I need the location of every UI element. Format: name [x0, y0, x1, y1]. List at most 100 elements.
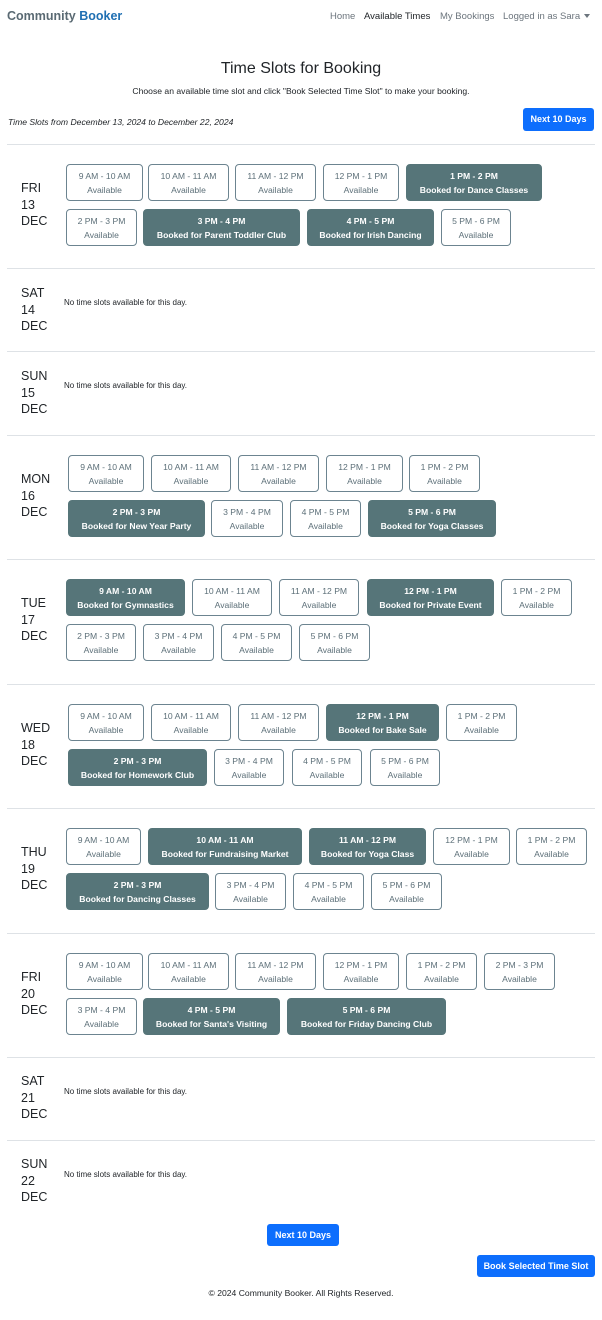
- slot-time: 5 PM - 6 PM: [342, 1005, 391, 1015]
- time-slot-available[interactable]: 11 AM - 12 PM Available: [235, 953, 316, 990]
- slot-time: 9 AM - 10 AM: [78, 960, 131, 970]
- day-label-date: 13: [21, 197, 35, 212]
- time-slot-available[interactable]: 12 PM - 1 PM Available: [326, 455, 403, 492]
- time-slot-available[interactable]: 4 PM - 5 PM Available: [292, 749, 362, 786]
- time-slot-available[interactable]: 5 PM - 6 PM Available: [299, 624, 370, 661]
- day-label-dow: SUN: [21, 369, 48, 383]
- day-label-dow: THU: [21, 845, 47, 859]
- time-slot-available[interactable]: 1 PM - 2 PM Available: [406, 953, 477, 990]
- slot-status: Available: [171, 185, 206, 195]
- day-label: WED 18 DEC: [21, 720, 50, 770]
- slot-time: 10 AM - 11 AM: [204, 586, 260, 596]
- time-slot-available[interactable]: 5 PM - 6 PM Available: [370, 749, 440, 786]
- time-slot-available[interactable]: 4 PM - 5 PM Available: [293, 873, 364, 910]
- slot-status: Booked for Santa's Visiting: [155, 1019, 268, 1029]
- time-slot-available[interactable]: 3 PM - 4 PM Available: [215, 873, 286, 910]
- time-slot-booked: 11 AM - 12 PM Booked for Yoga Class: [309, 828, 426, 865]
- time-slot-available[interactable]: 12 PM - 1 PM Available: [323, 953, 399, 990]
- day-label-dow: WED: [21, 721, 51, 735]
- slot-time: 9 AM - 10 AM: [80, 462, 132, 472]
- time-slot-booked: 2 PM - 3 PM Booked for Dancing Classes: [66, 873, 209, 910]
- time-slot-available[interactable]: 1 PM - 2 PM Available: [446, 704, 517, 741]
- slot-time: 4 PM - 5 PM: [232, 631, 281, 641]
- nav-available-times[interactable]: Available Times: [364, 11, 430, 22]
- date-range-label: Time Slots from December 13, 2024 to Dec…: [8, 117, 234, 127]
- day-label-date: 21: [21, 1090, 35, 1105]
- time-slot-available[interactable]: 3 PM - 4 PM Available: [66, 998, 137, 1035]
- time-slot-booked: 12 PM - 1 PM Booked for Bake Sale: [326, 704, 439, 741]
- next-10-days-button-top[interactable]: Next 10 Days: [523, 108, 594, 131]
- time-slot-available[interactable]: 2 PM - 3 PM Available: [484, 953, 555, 990]
- time-slot-available[interactable]: 10 AM - 11 AM Available: [151, 704, 231, 741]
- slot-time: 1 PM - 2 PM: [417, 960, 466, 970]
- time-slot-available[interactable]: 2 PM - 3 PM Available: [66, 209, 137, 246]
- slot-time: 4 PM - 5 PM: [346, 216, 395, 226]
- time-slot-available[interactable]: 3 PM - 4 PM Available: [214, 749, 284, 786]
- nav-user-dropdown[interactable]: Logged in as Sara: [503, 11, 591, 22]
- slot-time: 4 PM - 5 PM: [301, 507, 350, 517]
- day-label: FRI 20 DEC: [21, 969, 47, 1019]
- time-slot-available[interactable]: 3 PM - 4 PM Available: [211, 500, 283, 537]
- day-label-mon: DEC: [21, 629, 48, 643]
- time-slot-available[interactable]: 9 AM - 10 AM Available: [66, 164, 143, 201]
- slot-status: Available: [86, 849, 121, 859]
- day-label-dow: SAT: [21, 286, 45, 300]
- time-slot-available[interactable]: 10 AM - 11 AM Available: [148, 953, 229, 990]
- nav-home[interactable]: Home: [330, 11, 355, 22]
- day-label: FRI 13 DEC: [21, 180, 47, 230]
- slot-time: 4 PM - 5 PM: [303, 756, 351, 766]
- slot-status: Booked for Private Event: [379, 600, 482, 610]
- brand-part-community: Community: [7, 9, 76, 23]
- slot-time: 11 AM - 12 PM: [290, 586, 348, 596]
- time-slot-booked: 5 PM - 6 PM Booked for Yoga Classes: [368, 500, 496, 537]
- time-slot-available[interactable]: 11 AM - 12 PM Available: [238, 704, 319, 741]
- slot-time: 11 AM - 12 PM: [247, 960, 304, 970]
- time-slot-available[interactable]: 10 AM - 11 AM Available: [192, 579, 272, 616]
- time-slot-available[interactable]: 1 PM - 2 PM Available: [409, 455, 480, 492]
- time-slot-available[interactable]: 9 AM - 10 AM Available: [66, 828, 141, 865]
- slot-status: Available: [343, 974, 379, 984]
- time-slot-available[interactable]: 2 PM - 3 PM Available: [66, 624, 136, 661]
- nav-my-bookings[interactable]: My Bookings: [440, 11, 494, 22]
- brand-logo[interactable]: Community Booker: [7, 9, 122, 23]
- day-label-date: 16: [21, 488, 35, 503]
- time-slot-booked: 2 PM - 3 PM Booked for New Year Party: [68, 500, 205, 537]
- slot-status: Booked for Bake Sale: [338, 725, 427, 735]
- day-label-date: 15: [21, 385, 35, 400]
- day-label-mon: DEC: [21, 1003, 48, 1017]
- time-slot-booked: 10 AM - 11 AM Booked for Fundraising Mark…: [148, 828, 302, 865]
- time-slot-available[interactable]: 11 AM - 12 PM Available: [238, 455, 319, 492]
- time-slot-available[interactable]: 5 PM - 6 PM Available: [371, 873, 442, 910]
- time-slot-available[interactable]: 12 PM - 1 PM Available: [433, 828, 510, 865]
- time-slot-available[interactable]: 5 PM - 6 PM Available: [441, 209, 511, 246]
- slot-status: Available: [231, 770, 267, 780]
- slot-time: 1 PM - 2 PM: [512, 586, 561, 596]
- book-selected-slot-button[interactable]: Book Selected Time Slot: [477, 1255, 595, 1277]
- time-slot-available[interactable]: 10 AM - 11 AM Available: [151, 455, 231, 492]
- time-slot-available[interactable]: 11 AM - 12 PM Available: [279, 579, 359, 616]
- slot-time: 3 PM - 4 PM: [223, 507, 271, 517]
- slot-time: 1 PM - 2 PM: [457, 711, 506, 721]
- slot-status: Available: [258, 974, 293, 984]
- day-label-mon: DEC: [21, 402, 48, 416]
- slot-time: 2 PM - 3 PM: [113, 880, 162, 890]
- day-label-mon: DEC: [21, 319, 48, 333]
- time-slot-available[interactable]: 11 AM - 12 PM Available: [235, 164, 316, 201]
- day-label-date: 17: [21, 612, 35, 627]
- slot-status: Available: [534, 849, 569, 859]
- slot-status: Available: [214, 600, 250, 610]
- slot-time: 10 AM - 11 AM: [160, 171, 217, 181]
- time-slot-available[interactable]: 9 AM - 10 AM Available: [66, 953, 143, 990]
- time-slot-available[interactable]: 1 PM - 2 PM Available: [501, 579, 572, 616]
- time-slot-available[interactable]: 9 AM - 10 AM Available: [68, 455, 144, 492]
- time-slot-available[interactable]: 9 AM - 10 AM Available: [68, 704, 144, 741]
- time-slot-available[interactable]: 3 PM - 4 PM Available: [143, 624, 214, 661]
- next-10-days-button-bottom[interactable]: Next 10 Days: [267, 1224, 339, 1246]
- time-slot-available[interactable]: 4 PM - 5 PM Available: [290, 500, 361, 537]
- time-slot-available[interactable]: 4 PM - 5 PM Available: [221, 624, 292, 661]
- time-slot-available[interactable]: 10 AM - 11 AM Available: [148, 164, 229, 201]
- slot-status: Booked for Yoga Class: [320, 849, 415, 859]
- time-slot-available[interactable]: 1 PM - 2 PM Available: [516, 828, 587, 865]
- navbar: Community Booker Home Available Times My…: [0, 0, 602, 34]
- time-slot-available[interactable]: 12 PM - 1 PM Available: [323, 164, 399, 201]
